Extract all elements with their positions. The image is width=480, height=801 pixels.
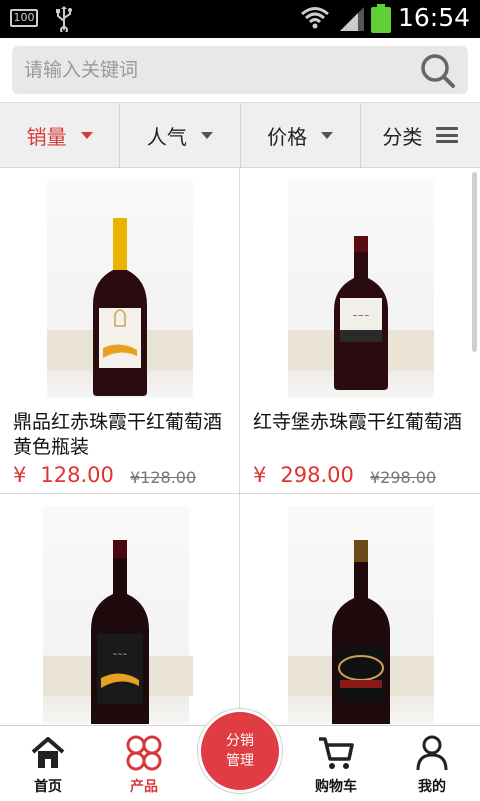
status-bar: 100 16:54 [0,0,480,38]
search-icon[interactable] [418,52,458,88]
product-original-price: ¥298.00 [370,468,437,487]
menu-icon [436,127,459,143]
signal-icon [340,7,364,31]
distribution-management-button[interactable]: 分销管理 [198,709,282,793]
clock: 16:54 [398,3,471,32]
wine-bottle-icon: ~~~ [43,540,193,724]
product-image [47,180,193,398]
product-image: ~~~ [288,180,434,398]
filter-popularity[interactable]: 人气 [120,103,241,167]
cart-icon [319,737,354,769]
distribution-management-label: 分销管理 [226,733,254,769]
product-price: ¥298.00 [253,463,354,487]
filter-bar: 销量 人气 价格 分类 [0,102,480,168]
filter-price-label: 价格 [267,124,308,149]
filter-sales[interactable]: 销量 [0,103,121,167]
tab-home-label: 首页 [34,779,62,795]
tab-cart-label: 购物车 [315,779,357,795]
filter-sales-label: 销量 [26,124,67,149]
tab-cart[interactable]: 购物车 [288,726,384,801]
grid-divider [0,493,480,494]
product-price: ¥128.00 [13,463,114,487]
search-box[interactable] [12,46,468,94]
filter-category[interactable]: 分类 [361,103,480,167]
usb-icon [56,6,72,32]
tab-mine-label: 我的 [418,779,446,795]
wine-bottle-icon [47,218,193,396]
dropdown-triangle-icon [80,131,93,139]
tab-mine[interactable]: 我的 [384,726,480,801]
user-icon [416,735,448,771]
wine-bottle-icon [288,540,434,724]
filter-price[interactable]: 价格 [241,103,361,167]
battery-percent-badge: 100 [10,9,38,27]
svg-text:~~~: ~~~ [352,312,370,320]
scrollbar[interactable] [472,172,477,352]
svg-text:~~~: ~~~ [112,651,127,658]
filter-popularity-label: 人气 [146,124,187,149]
dropdown-triangle-icon [200,131,213,139]
home-icon [31,737,65,768]
tab-products[interactable]: 产品 [96,726,192,801]
product-image: ~~~ [43,506,193,724]
product-card[interactable]: 鼎品红赤珠霞干红葡萄酒黄色瓶装 ¥128.00 ¥128.00 [0,168,239,493]
grid-divider [239,168,240,725]
product-original-price: ¥128.00 [130,468,197,487]
product-name: 鼎品红赤珠霞干红葡萄酒黄色瓶装 [13,411,223,458]
product-image [288,506,434,724]
search-input[interactable] [24,46,404,94]
filter-category-label: 分类 [382,124,423,149]
tab-home[interactable]: 首页 [0,726,96,801]
product-name: 红寺堡赤珠霞干红葡萄酒 [253,411,463,433]
tab-products-label: 产品 [130,779,158,795]
product-card[interactable]: ~~~ [0,494,239,725]
product-grid: 鼎品红赤珠霞干红葡萄酒黄色瓶装 ¥128.00 ¥128.00 ~~~ 红寺堡赤… [0,168,480,725]
product-card[interactable] [240,494,479,725]
battery-icon [371,4,391,33]
product-card[interactable]: ~~~ 红寺堡赤珠霞干红葡萄酒 ¥298.00 ¥298.00 [240,168,479,493]
search-bar [0,38,480,102]
wifi-icon [301,7,329,29]
wine-bottle-icon: ~~~ [288,236,434,390]
dropdown-triangle-icon [321,131,334,139]
grid-icon [126,735,162,771]
